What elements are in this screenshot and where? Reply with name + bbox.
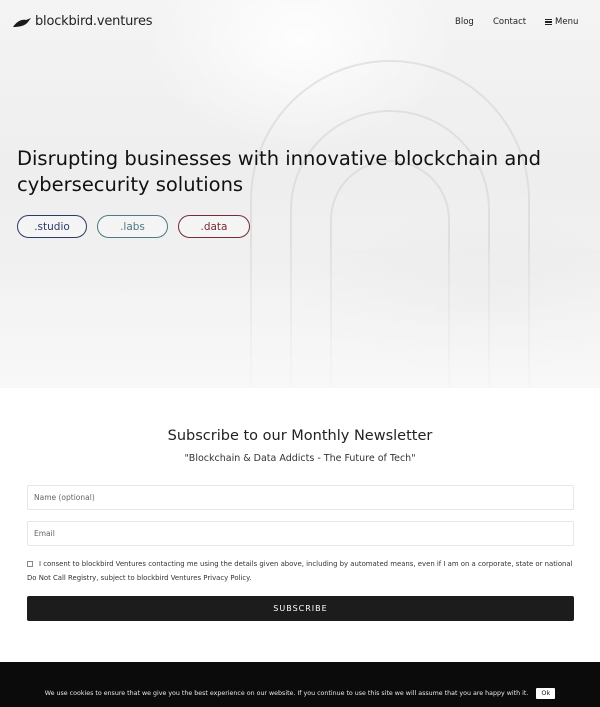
nav-contact-link[interactable]: Contact xyxy=(493,17,526,27)
email-input[interactable] xyxy=(27,521,574,546)
cookie-ok-button[interactable]: Ok xyxy=(536,687,556,699)
subscribe-button[interactable]: SUBSCRIBE xyxy=(27,596,574,621)
top-navigation: blockbird.ventures Blog Contact Menu xyxy=(0,0,600,44)
brand-name: blockbird.ventures xyxy=(35,14,153,29)
cookie-notice-text: We use cookies to ensure that we give yo… xyxy=(44,689,529,697)
name-input[interactable] xyxy=(27,485,574,510)
data-pill-link[interactable]: .data xyxy=(178,215,250,238)
cookie-notice: We use cookies to ensure that we give yo… xyxy=(0,684,600,702)
nav-menu-label: Menu xyxy=(555,17,579,27)
hero-background-floor xyxy=(0,250,600,388)
consent-label: I consent to blockbird Ventures contacti… xyxy=(27,560,573,582)
nav-blog-link[interactable]: Blog xyxy=(455,17,474,27)
hero-headline: Disrupting businesses with innovative bl… xyxy=(17,147,542,196)
studio-pill-link[interactable]: .studio xyxy=(17,215,87,238)
newsletter-title: Subscribe to our Monthly Newsletter xyxy=(167,428,433,444)
hero-section: blockbird.ventures Blog Contact Menu Dis… xyxy=(0,0,600,388)
nav-menu-button[interactable]: Menu xyxy=(545,17,578,27)
bird-icon xyxy=(13,17,31,27)
newsletter-tagline: "Blockchain & Data Addicts - The Future … xyxy=(184,453,416,464)
hamburger-icon xyxy=(545,19,552,25)
brand-logo[interactable]: blockbird.ventures xyxy=(12,14,153,29)
labs-pill-link[interactable]: .labs xyxy=(97,215,168,238)
